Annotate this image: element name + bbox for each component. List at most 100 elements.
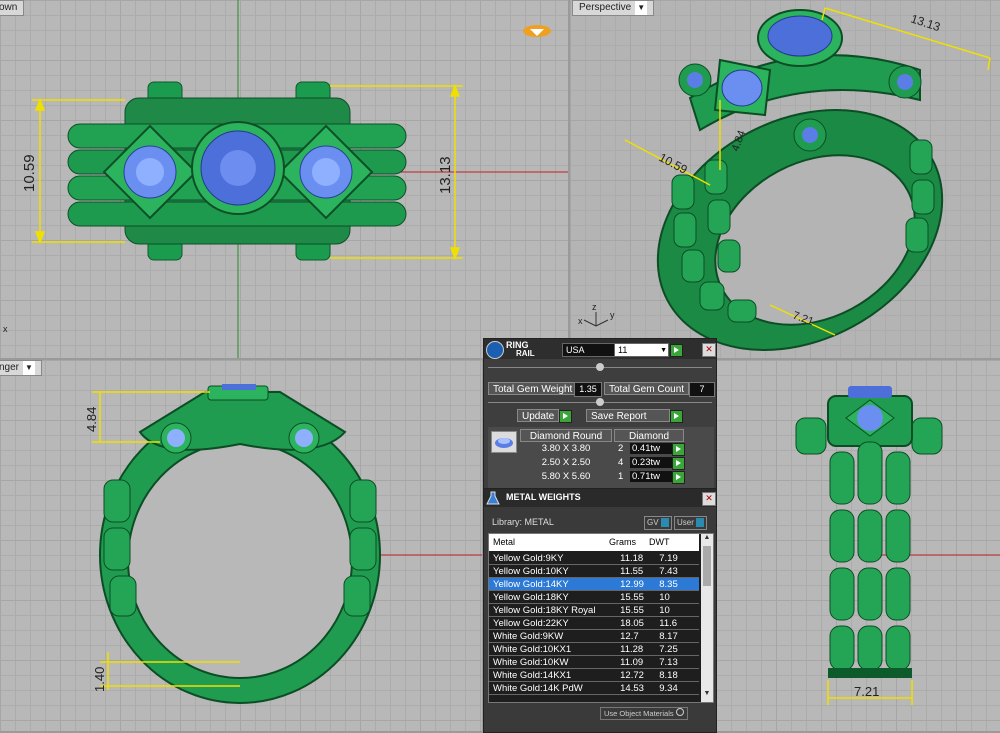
top-dim-width: 10.59	[21, 154, 38, 192]
gem-row-go-icon[interactable]	[672, 457, 685, 470]
metal-cell-dwt: 7.43	[655, 564, 699, 578]
metal-cell-dwt: 7.19	[655, 552, 699, 565]
gem-row-go-icon[interactable]	[672, 443, 685, 456]
total-gem-weight-value: 1.35	[574, 382, 602, 397]
metal-row[interactable]: White Gold:9KW 12.7 8.17	[489, 629, 699, 643]
gem-thumbnail-icon	[491, 431, 517, 453]
ringrail-scroll-knob[interactable]	[596, 363, 604, 371]
chevron-down-icon: ▼	[660, 347, 667, 354]
metal-cell-dwt: 9.34	[655, 681, 699, 695]
scroll-up-icon[interactable]: ▲	[701, 534, 713, 546]
metal-cell-metal: White Gold:9KW	[489, 629, 617, 643]
persp-dim-width: 10.59	[657, 150, 690, 177]
metal-cell-metal: Yellow Gold:14KY	[489, 577, 617, 591]
metal-row[interactable]: Yellow Gold:10KY 11.55 7.43	[489, 564, 699, 578]
metal-cell-dwt: 8.35	[655, 577, 699, 591]
front-dim-thickness: 1.40	[92, 667, 107, 692]
gem-row[interactable]: 2.50 X 2.50 4 0.23tw	[520, 457, 710, 470]
gem-row-go-icon[interactable]	[672, 471, 685, 484]
viewport-right[interactable]: 7.21	[716, 360, 1000, 731]
metal-cell-metal: Yellow Gold:9KY	[489, 552, 617, 565]
region-select[interactable]: USA	[562, 343, 615, 357]
col-dwt[interactable]: DWT	[649, 534, 670, 551]
metal-weights-titlebar: METAL WEIGHTS ✕	[484, 489, 716, 507]
gv-toggle[interactable]: GV	[644, 516, 672, 530]
metal-cell-metal: Yellow Gold:10KY	[489, 564, 617, 578]
viewport-perspective[interactable]: Perspective ▼ 13.13 10.59 4.84 7.21 z y …	[570, 0, 1000, 358]
metal-flask-icon	[486, 491, 500, 505]
metal-cell-grams: 12.72	[616, 668, 656, 682]
metal-cell-dwt: 7.13	[655, 655, 699, 669]
scroll-down-icon[interactable]: ▼	[701, 690, 713, 702]
metal-cell-grams: 11.55	[616, 564, 656, 578]
col-metal[interactable]: Metal	[493, 534, 515, 551]
gem-icon	[522, 24, 552, 38]
metal-cell-grams: 11.28	[616, 642, 656, 656]
total-gem-count-value: 7	[689, 382, 715, 397]
metal-row[interactable]: Yellow Gold:9KY 11.18 7.19	[489, 552, 699, 565]
axis-z: z	[592, 302, 597, 312]
ring-size-select[interactable]: 11 ▼	[614, 343, 669, 357]
metal-cell-grams: 12.99	[616, 577, 656, 591]
gem-row[interactable]: 3.80 X 3.80 2 0.41tw	[520, 443, 710, 456]
save-report-button[interactable]: Save Report	[586, 409, 683, 423]
total-gem-count-label: Total Gem Count	[604, 382, 690, 395]
metal-cell-metal: White Gold:10KW	[489, 655, 617, 669]
update-go-icon	[559, 409, 573, 423]
perspective-view-drawing: 13.13 10.59 4.84 7.21 z y x	[578, 7, 991, 351]
metal-cell-metal: Yellow Gold:18KY Royal	[489, 603, 617, 617]
right-dim-width: 7.21	[854, 684, 879, 699]
metal-cell-metal: Yellow Gold:18KY	[489, 590, 617, 604]
metal-row[interactable]: Yellow Gold:14KY 12.99 8.35	[489, 577, 699, 591]
ringrail-close-icon[interactable]: ✕	[702, 343, 716, 357]
region-go-button[interactable]	[670, 344, 683, 357]
metal-cell-metal: White Gold:10KX1	[489, 642, 617, 656]
metal-cell-dwt: 8.18	[655, 668, 699, 682]
metal-cell-metal: Yellow Gold:22KY	[489, 616, 617, 630]
top-dim-length: 13.13	[437, 156, 454, 194]
gem-row[interactable]: 5.80 X 5.60 1 0.71tw	[520, 471, 710, 484]
ringrail-title-line2: RAIL	[516, 349, 535, 358]
ringrail-scroll-knob-2[interactable]	[596, 398, 604, 406]
viewport-front[interactable]: nger ▼ 4.84 1.40	[0, 360, 482, 731]
front-view-drawing: 4.84 1.40	[84, 384, 482, 704]
metal-row[interactable]: Yellow Gold:22KY 18.05 11.6	[489, 616, 699, 630]
metal-cell-dwt: 11.6	[655, 616, 699, 630]
metal-weights-title: METAL WEIGHTS	[506, 492, 581, 502]
viewport-top[interactable]: own 10.59 13.13 x	[0, 0, 568, 358]
metal-weights-panel: METAL WEIGHTS ✕ Library: METAL GV User M…	[483, 488, 717, 733]
use-object-materials-toggle[interactable]: Use Object Materials	[600, 707, 688, 720]
right-view-drawing: 7.21	[795, 386, 1000, 705]
metal-cell-dwt: 7.25	[655, 642, 699, 656]
metal-cell-grams: 15.55	[616, 603, 656, 617]
metal-row[interactable]: White Gold:10KX1 11.28 7.25	[489, 642, 699, 656]
metal-row[interactable]: White Gold:14K PdW 14.53 9.34	[489, 681, 699, 695]
metal-row[interactable]: Yellow Gold:18KY Royal 15.55 10	[489, 603, 699, 617]
metal-row[interactable]: Yellow Gold:18KY 15.55 10	[489, 590, 699, 604]
metal-cell-dwt: 8.17	[655, 629, 699, 643]
metal-table-header: Metal Grams DWT	[489, 534, 699, 551]
metal-cell-dwt: 10	[655, 603, 699, 617]
user-toggle[interactable]: User	[674, 516, 708, 530]
scroll-thumb[interactable]	[703, 546, 711, 586]
gem-header-type: Diamond	[614, 429, 684, 442]
top-view-drawing: 10.59 13.13 x	[3, 0, 568, 358]
ringrail-logo-icon	[486, 341, 504, 359]
gem-table: Diamond Round Diamond 3.80 X 3.80 2 0.41…	[488, 427, 714, 489]
metal-library-label: Library: METAL	[492, 517, 554, 527]
col-grams[interactable]: Grams	[609, 534, 636, 551]
top-corner-mark: x	[3, 324, 8, 334]
axis-x: x	[578, 316, 583, 326]
metal-cell-grams: 15.55	[616, 590, 656, 604]
metal-row[interactable]: White Gold:14KX1 12.72 8.18	[489, 668, 699, 682]
metal-rows: Yellow Gold:9KY 11.18 7.19 Yellow Gold:10KY…	[489, 552, 699, 695]
gem-header-shape: Diamond Round	[520, 429, 612, 442]
persp-dim-length: 13.13	[909, 12, 942, 35]
metal-cell-grams: 12.7	[616, 629, 656, 643]
metal-table: Metal Grams DWT Yellow Gold:9KY 11.18 7.19…	[488, 533, 714, 703]
metal-scrollbar[interactable]: ▲ ▼	[701, 534, 713, 702]
metal-cell-grams: 18.05	[616, 616, 656, 630]
metal-row[interactable]: White Gold:10KW 11.09 7.13	[489, 655, 699, 669]
update-button[interactable]: Update	[517, 409, 573, 423]
metal-weights-close-icon[interactable]: ✕	[702, 492, 716, 506]
